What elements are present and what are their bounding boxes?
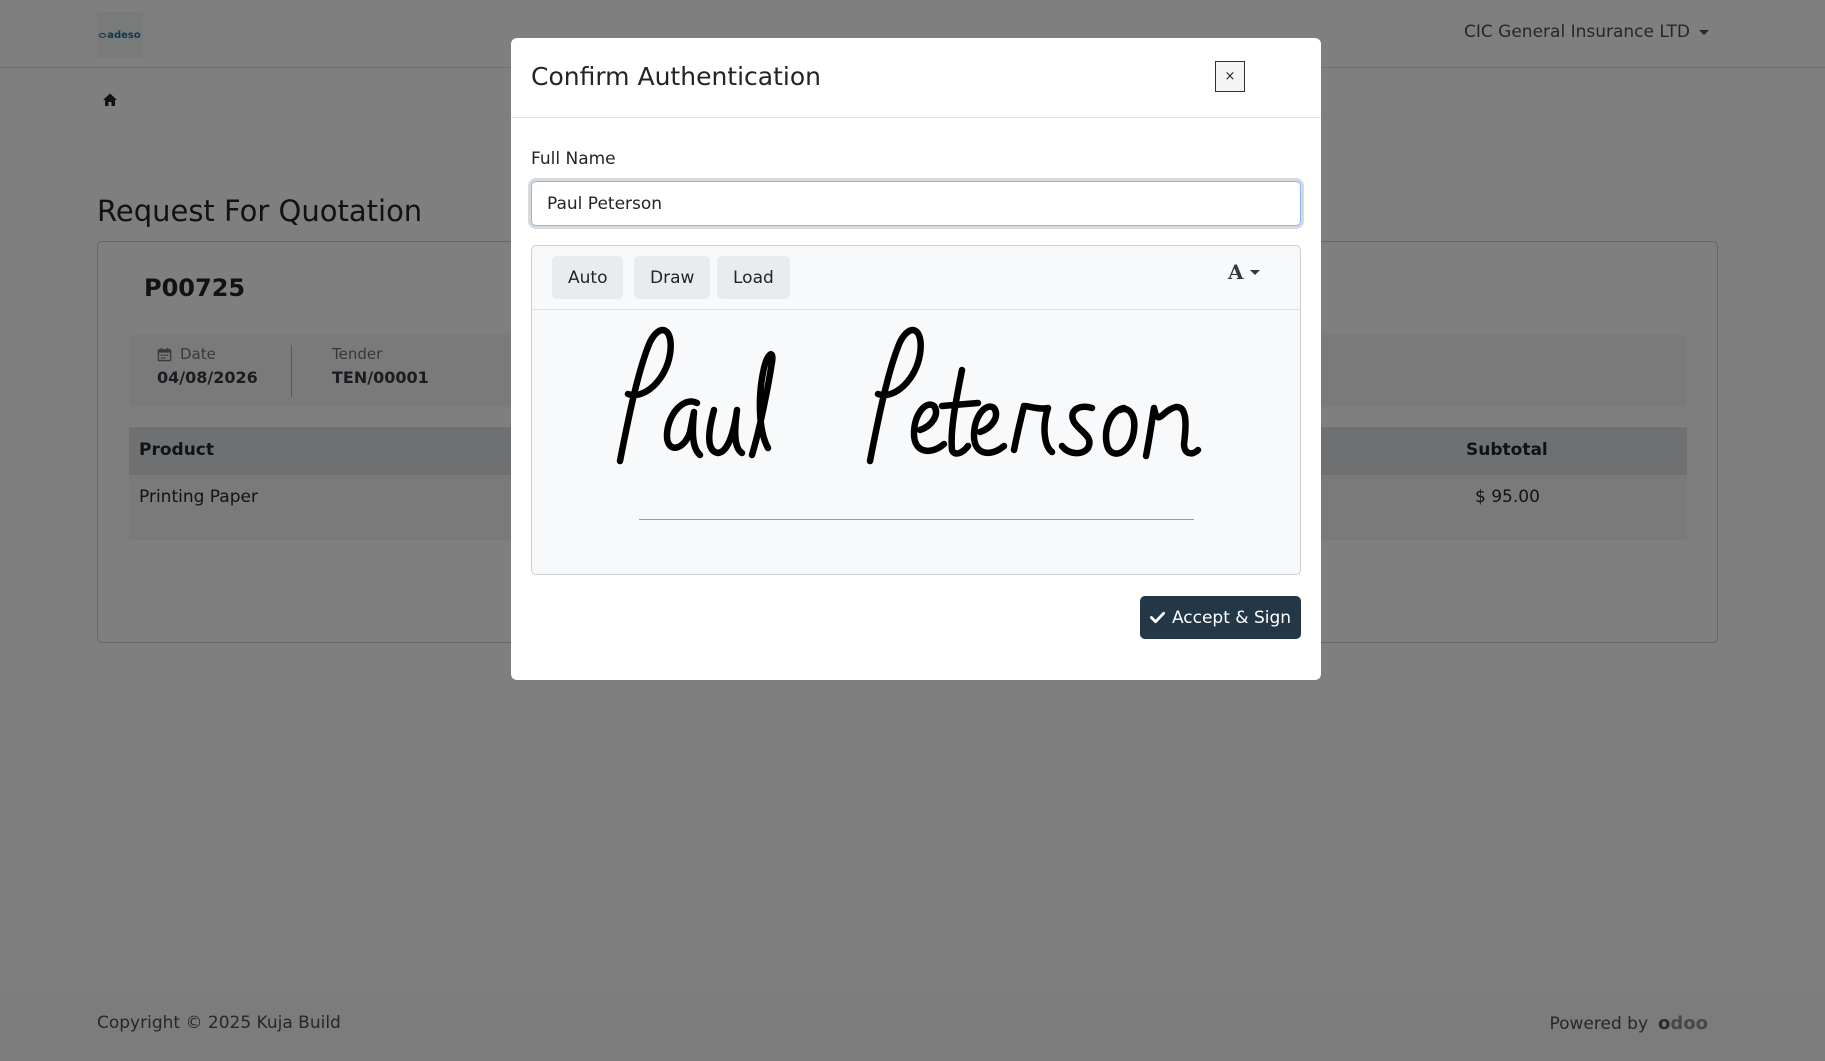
accept-label: Accept & Sign <box>1171 607 1292 628</box>
draw-mode-button[interactable]: Draw <box>634 256 711 299</box>
signature-panel: Auto Draw Load A <box>531 245 1301 575</box>
close-button[interactable]: × <box>1215 61 1245 92</box>
load-mode-button[interactable]: Load <box>717 256 790 299</box>
full-name-input[interactable] <box>531 181 1301 226</box>
accept-and-sign-button[interactable]: Accept & Sign <box>1140 596 1301 639</box>
font-selector[interactable]: A <box>1228 260 1260 284</box>
modal-title: Confirm Authentication <box>531 62 822 91</box>
font-icon: A <box>1228 260 1244 284</box>
check-icon <box>1149 611 1165 624</box>
full-name-label: Full Name <box>531 149 616 169</box>
signature-drawing <box>616 326 1202 465</box>
signature-canvas[interactable] <box>532 310 1300 574</box>
close-icon: × <box>1224 69 1236 84</box>
caret-down-icon <box>1249 269 1260 275</box>
signature-toolbar: Auto Draw Load A <box>532 246 1300 310</box>
auto-mode-button[interactable]: Auto <box>552 256 624 299</box>
confirm-authentication-dialog: Confirm Authentication × Full Name Auto … <box>511 38 1321 680</box>
modal-header: Confirm Authentication × <box>511 38 1321 118</box>
signature-baseline <box>639 519 1194 520</box>
